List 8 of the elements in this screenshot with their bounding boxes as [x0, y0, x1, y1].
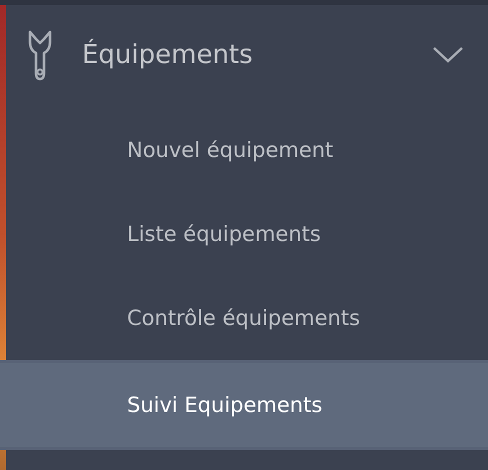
submenu-item[interactable]: Nouvel équipement	[0, 108, 488, 192]
menu-label: Équipements	[82, 40, 254, 70]
submenu-item[interactable]: Liste équipements	[0, 192, 488, 276]
submenu-item[interactable]: Contrôle équipements	[0, 276, 488, 360]
submenu-item[interactable]: Suivi Equipements	[0, 360, 488, 450]
wrench-icon	[27, 29, 53, 81]
menu-header[interactable]: Équipements	[0, 5, 488, 105]
chevron-down-icon	[432, 46, 464, 64]
